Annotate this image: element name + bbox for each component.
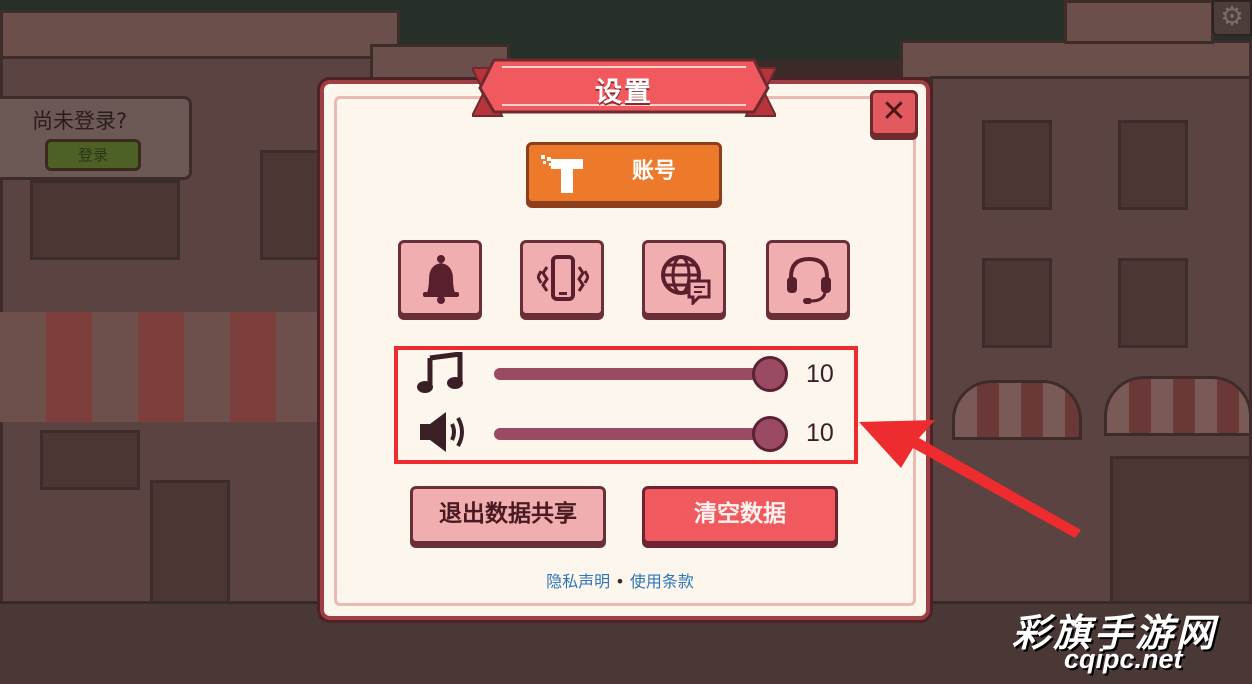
language-button[interactable] xyxy=(642,240,726,316)
building-door xyxy=(150,480,230,610)
legal-links: 隐私声明 • 使用条款 xyxy=(520,568,720,592)
music-volume-track[interactable] xyxy=(494,368,770,380)
notification-button[interactable] xyxy=(398,240,482,316)
annotation-arrow xyxy=(859,420,1081,538)
music-volume-knob[interactable] xyxy=(752,356,788,392)
music-note-icon xyxy=(417,352,463,393)
building-window xyxy=(982,120,1052,210)
terms-link[interactable]: 使用条款 xyxy=(630,572,694,591)
support-button[interactable] xyxy=(766,240,850,316)
login-title: 尚未登录? xyxy=(32,109,128,133)
dialog-title: 设置 xyxy=(595,77,653,108)
building-window xyxy=(40,430,140,490)
building-window xyxy=(982,258,1052,348)
login-panel: 尚未登录? 登录 xyxy=(0,96,192,180)
close-icon: ✕ xyxy=(881,94,907,129)
shop-door xyxy=(1110,456,1252,606)
building-window xyxy=(260,150,320,260)
bell-icon xyxy=(423,255,459,304)
exit-data-sharing-button[interactable]: 退出数据共享 xyxy=(410,486,606,544)
gear-icon[interactable]: ⚙ xyxy=(1212,0,1252,36)
headset-icon xyxy=(787,256,831,304)
link-separator: • xyxy=(615,572,625,591)
account-logo-icon xyxy=(541,155,583,193)
left-building-awning xyxy=(0,312,320,422)
vibration-icon xyxy=(537,255,589,301)
account-button-label: 账号 xyxy=(631,159,676,184)
login-button[interactable]: 登录 xyxy=(45,139,141,171)
speaker-icon xyxy=(420,412,464,452)
account-button[interactable]: 账号 xyxy=(526,142,722,204)
shop-awning xyxy=(1104,376,1252,436)
globe-language-icon xyxy=(661,255,711,305)
close-button[interactable]: ✕ xyxy=(870,90,918,136)
sound-volume-track[interactable] xyxy=(494,428,770,440)
building-window xyxy=(1118,120,1188,210)
left-building-roof xyxy=(0,10,400,60)
right-building-roof xyxy=(900,40,1252,80)
building-window xyxy=(30,180,180,260)
music-volume-value: 10 xyxy=(806,360,834,388)
building-window xyxy=(1118,258,1188,348)
sound-volume-knob[interactable] xyxy=(752,416,788,452)
sound-volume-value: 10 xyxy=(806,419,834,447)
privacy-link[interactable]: 隐私声明 xyxy=(546,572,610,591)
right-building-chimney xyxy=(1064,0,1214,44)
watermark-url: cqipc.net xyxy=(1064,644,1183,674)
clear-data-button[interactable]: 清空数据 xyxy=(642,486,838,544)
vibration-button[interactable] xyxy=(520,240,604,316)
